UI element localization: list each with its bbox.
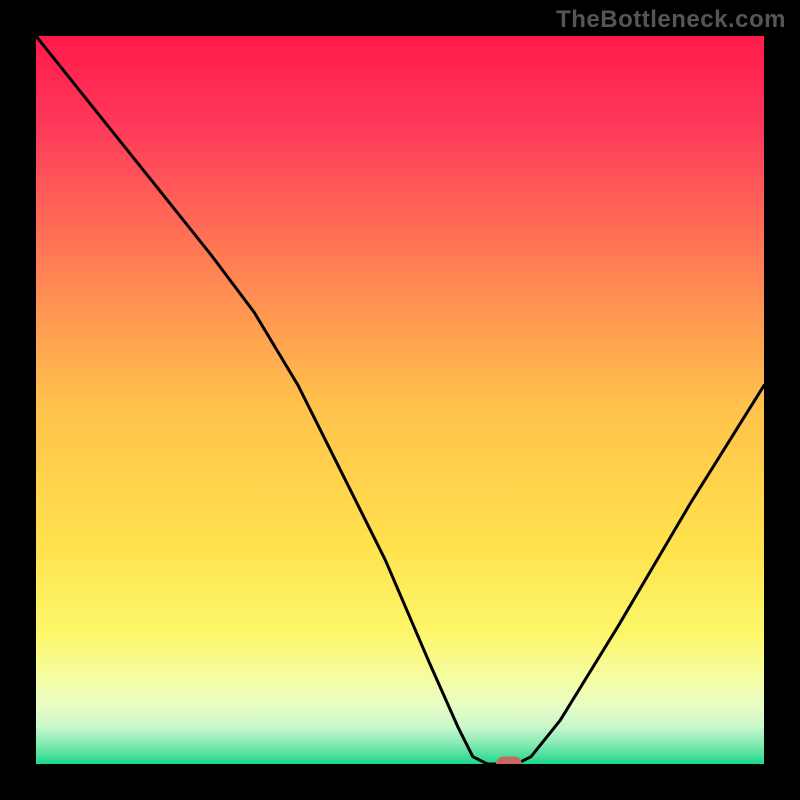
optimal-point-marker [496,757,522,765]
plot-area [36,36,764,764]
watermark-label: TheBottleneck.com [556,6,786,34]
chart-frame: TheBottleneck.com [0,0,800,800]
bottleneck-curve [36,36,764,764]
plot-curve-layer [36,36,764,764]
